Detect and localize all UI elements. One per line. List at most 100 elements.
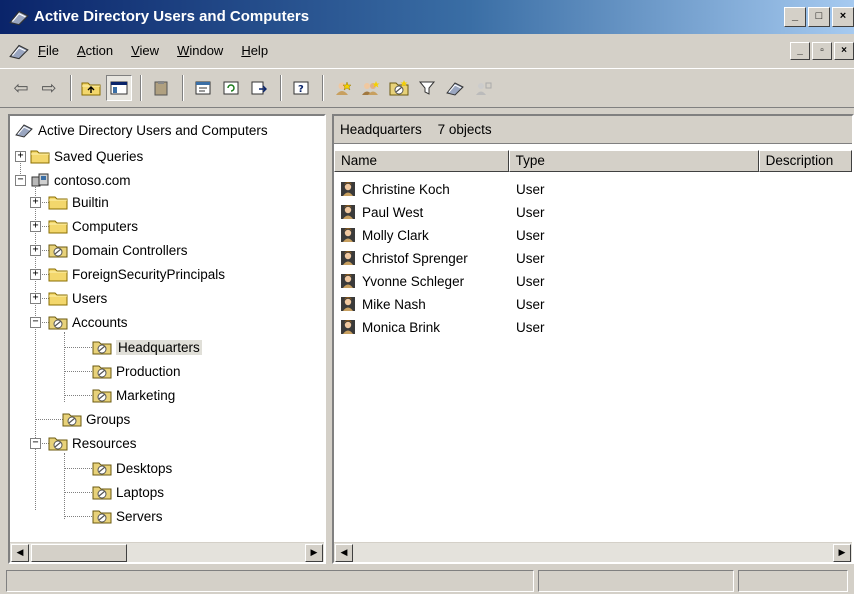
- scroll-thumb[interactable]: [31, 544, 127, 562]
- tree-line: [64, 516, 92, 517]
- tree-item-marketing[interactable]: Marketing: [92, 384, 175, 406]
- tree-line: [64, 492, 92, 493]
- menu-window[interactable]: Window: [177, 43, 223, 58]
- menu-file[interactable]: File: [38, 43, 59, 58]
- tree-item-resources[interactable]: Resources: [48, 432, 137, 454]
- expand-toggle[interactable]: +: [30, 197, 41, 208]
- help-button[interactable]: ?: [288, 75, 314, 101]
- console-tree-pane[interactable]: Active Directory Users and Computers + S…: [8, 114, 326, 564]
- new-ou-icon: [389, 80, 409, 96]
- new-ou-button[interactable]: [386, 75, 412, 101]
- expand-toggle[interactable]: +: [30, 293, 41, 304]
- collapse-toggle[interactable]: −: [15, 175, 26, 186]
- child-minimize-button[interactable]: _: [790, 42, 810, 60]
- tree-item-builtin[interactable]: Builtin: [48, 191, 109, 213]
- ad-app-icon: [8, 8, 30, 26]
- expand-toggle[interactable]: +: [30, 269, 41, 280]
- forward-button[interactable]: ⇨: [36, 75, 62, 101]
- tree-item-desktops[interactable]: Desktops: [92, 457, 172, 479]
- toolbar-separator: [140, 75, 142, 101]
- clipboard-icon: [154, 81, 168, 96]
- refresh-icon: [223, 81, 239, 95]
- tree-item-production[interactable]: Production: [92, 360, 181, 382]
- new-user-button[interactable]: [330, 75, 356, 101]
- tree-horizontal-scrollbar[interactable]: ◀ ▶: [10, 542, 324, 562]
- ou-icon: [48, 314, 68, 330]
- tree-item-accounts[interactable]: Accounts: [48, 311, 128, 333]
- list-item[interactable]: Monica Brink User: [340, 316, 545, 338]
- tree-item-root[interactable]: Active Directory Users and Computers: [14, 119, 268, 141]
- list-item[interactable]: Yvonne Schleger User: [340, 270, 545, 292]
- show-hide-tree-button[interactable]: [106, 75, 132, 101]
- tree-item-computers[interactable]: Computers: [48, 215, 138, 237]
- tree-line: [35, 419, 63, 420]
- scroll-left-button[interactable]: ◀: [335, 544, 353, 562]
- filter-button[interactable]: [414, 75, 440, 101]
- collapse-toggle[interactable]: −: [30, 438, 41, 449]
- menu-help[interactable]: Help: [241, 43, 268, 58]
- folder-icon: [48, 218, 68, 234]
- tree-line: [64, 468, 92, 469]
- child-close-button[interactable]: ×: [834, 42, 854, 60]
- expand-toggle[interactable]: +: [30, 221, 41, 232]
- details-pane[interactable]: Headquarters 7 objects Name Type Descrip…: [332, 114, 854, 564]
- title-bar[interactable]: Active Directory Users and Computers _ □…: [0, 0, 854, 34]
- find-button[interactable]: [442, 75, 468, 101]
- list-item[interactable]: Christof Sprenger User: [340, 247, 545, 269]
- column-header-row: Name Type Description: [334, 150, 852, 172]
- scroll-left-button[interactable]: ◀: [11, 544, 29, 562]
- expand-toggle[interactable]: +: [15, 151, 26, 162]
- refresh-button[interactable]: [218, 75, 244, 101]
- close-button[interactable]: ×: [832, 7, 854, 27]
- list-item[interactable]: Paul West User: [340, 201, 545, 223]
- ou-icon: [92, 508, 112, 524]
- export-icon: [251, 81, 267, 95]
- details-horizontal-scrollbar[interactable]: ◀ ▶: [334, 542, 852, 562]
- collapse-toggle[interactable]: −: [30, 317, 41, 328]
- tree-item-servers[interactable]: Servers: [92, 505, 163, 527]
- up-level-button[interactable]: [78, 75, 104, 101]
- tree-item-users[interactable]: Users: [48, 287, 107, 309]
- tree-item-laptops[interactable]: Laptops: [92, 481, 164, 503]
- tree-line: [64, 395, 92, 396]
- properties-button[interactable]: [190, 75, 216, 101]
- column-header-description[interactable]: Description: [758, 150, 852, 172]
- back-button[interactable]: ⇦: [8, 75, 34, 101]
- console-tree-icon: [110, 81, 128, 95]
- folder-icon: [48, 290, 68, 306]
- ou-icon: [62, 411, 82, 427]
- add-to-group-button[interactable]: [470, 75, 496, 101]
- domain-icon: [30, 172, 50, 188]
- tree-item-domain[interactable]: contoso.com: [30, 169, 131, 191]
- list-item[interactable]: Mike Nash User: [340, 293, 545, 315]
- menu-view[interactable]: View: [131, 43, 159, 58]
- user-icon: [340, 250, 356, 266]
- list-item[interactable]: Christine Koch User: [340, 178, 545, 200]
- menu-bar: File Action View Window Help _ ▫ ×: [0, 36, 854, 66]
- console-icon[interactable]: [8, 42, 30, 60]
- tree-item-saved-queries[interactable]: Saved Queries: [30, 145, 143, 167]
- status-cell-main: [6, 570, 534, 592]
- column-header-name[interactable]: Name: [334, 150, 509, 172]
- menu-action[interactable]: Action: [77, 43, 113, 58]
- toolbar: ⇦ ⇨ ?: [0, 68, 854, 108]
- find-icon: [445, 80, 465, 96]
- tree-item-domain-controllers[interactable]: Domain Controllers: [48, 239, 188, 261]
- expand-toggle[interactable]: +: [30, 245, 41, 256]
- delete-button[interactable]: [148, 75, 174, 101]
- tree-item-groups[interactable]: Groups: [62, 408, 130, 430]
- export-list-button[interactable]: [246, 75, 272, 101]
- column-header-type[interactable]: Type: [508, 150, 759, 172]
- scroll-right-button[interactable]: ▶: [305, 544, 323, 562]
- minimize-button[interactable]: _: [784, 7, 806, 27]
- child-restore-button[interactable]: ▫: [812, 42, 832, 60]
- tree-item-foreign-security-principals[interactable]: ForeignSecurityPrincipals: [48, 263, 225, 285]
- scroll-right-button[interactable]: ▶: [833, 544, 851, 562]
- object-count-label: 7 objects: [437, 122, 492, 137]
- tree-item-headquarters[interactable]: Headquarters: [92, 336, 202, 358]
- list-item[interactable]: Molly Clark User: [340, 224, 545, 246]
- maximize-button[interactable]: □: [808, 7, 830, 27]
- tree-line: [64, 332, 65, 402]
- new-group-button[interactable]: [358, 75, 384, 101]
- ou-icon: [92, 387, 112, 403]
